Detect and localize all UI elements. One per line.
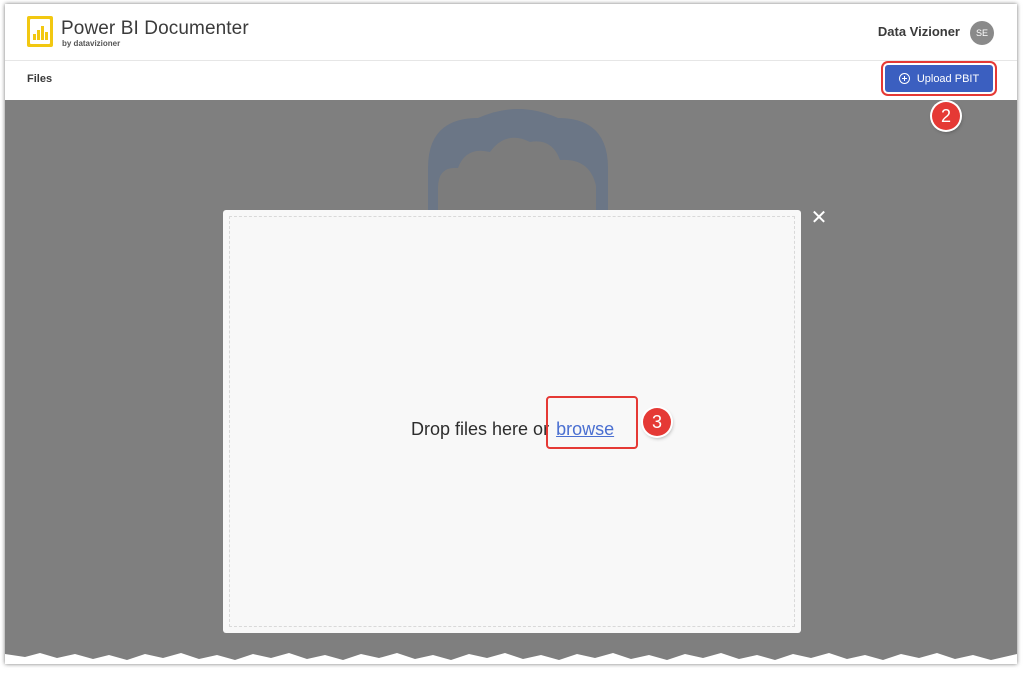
- step-2-badge: 2: [932, 102, 960, 130]
- drop-text: Drop files here or: [411, 419, 550, 439]
- app-window: Power BI Documenter by datavizioner Data…: [5, 4, 1017, 664]
- app-title: Power BI Documenter: [61, 18, 249, 39]
- top-bar: Power BI Documenter by datavizioner Data…: [5, 4, 1017, 61]
- power-bi-logo-icon: [27, 16, 53, 47]
- file-dropzone[interactable]: Drop files here or browse: [229, 216, 795, 627]
- user-name[interactable]: Data Vizioner: [878, 24, 960, 39]
- cloud-upload-icon: [428, 109, 608, 218]
- upload-pbit-label: Upload PBIT: [916, 72, 980, 85]
- plus-circle-icon: [898, 73, 910, 84]
- upload-dialog: Drop files here or browse: [223, 210, 801, 633]
- avatar[interactable]: SE: [970, 21, 994, 45]
- torn-edge: [5, 653, 1017, 664]
- sub-toolbar: Files Upload PBIT: [5, 61, 1017, 99]
- app-subtitle: by datavizioner: [62, 39, 121, 48]
- upload-pbit-button[interactable]: Upload PBIT: [885, 65, 993, 92]
- step-3-badge: 3: [643, 408, 671, 436]
- browse-annotation-box: [546, 396, 638, 449]
- close-icon[interactable]: ✕: [809, 208, 829, 228]
- files-label: Files: [27, 73, 53, 85]
